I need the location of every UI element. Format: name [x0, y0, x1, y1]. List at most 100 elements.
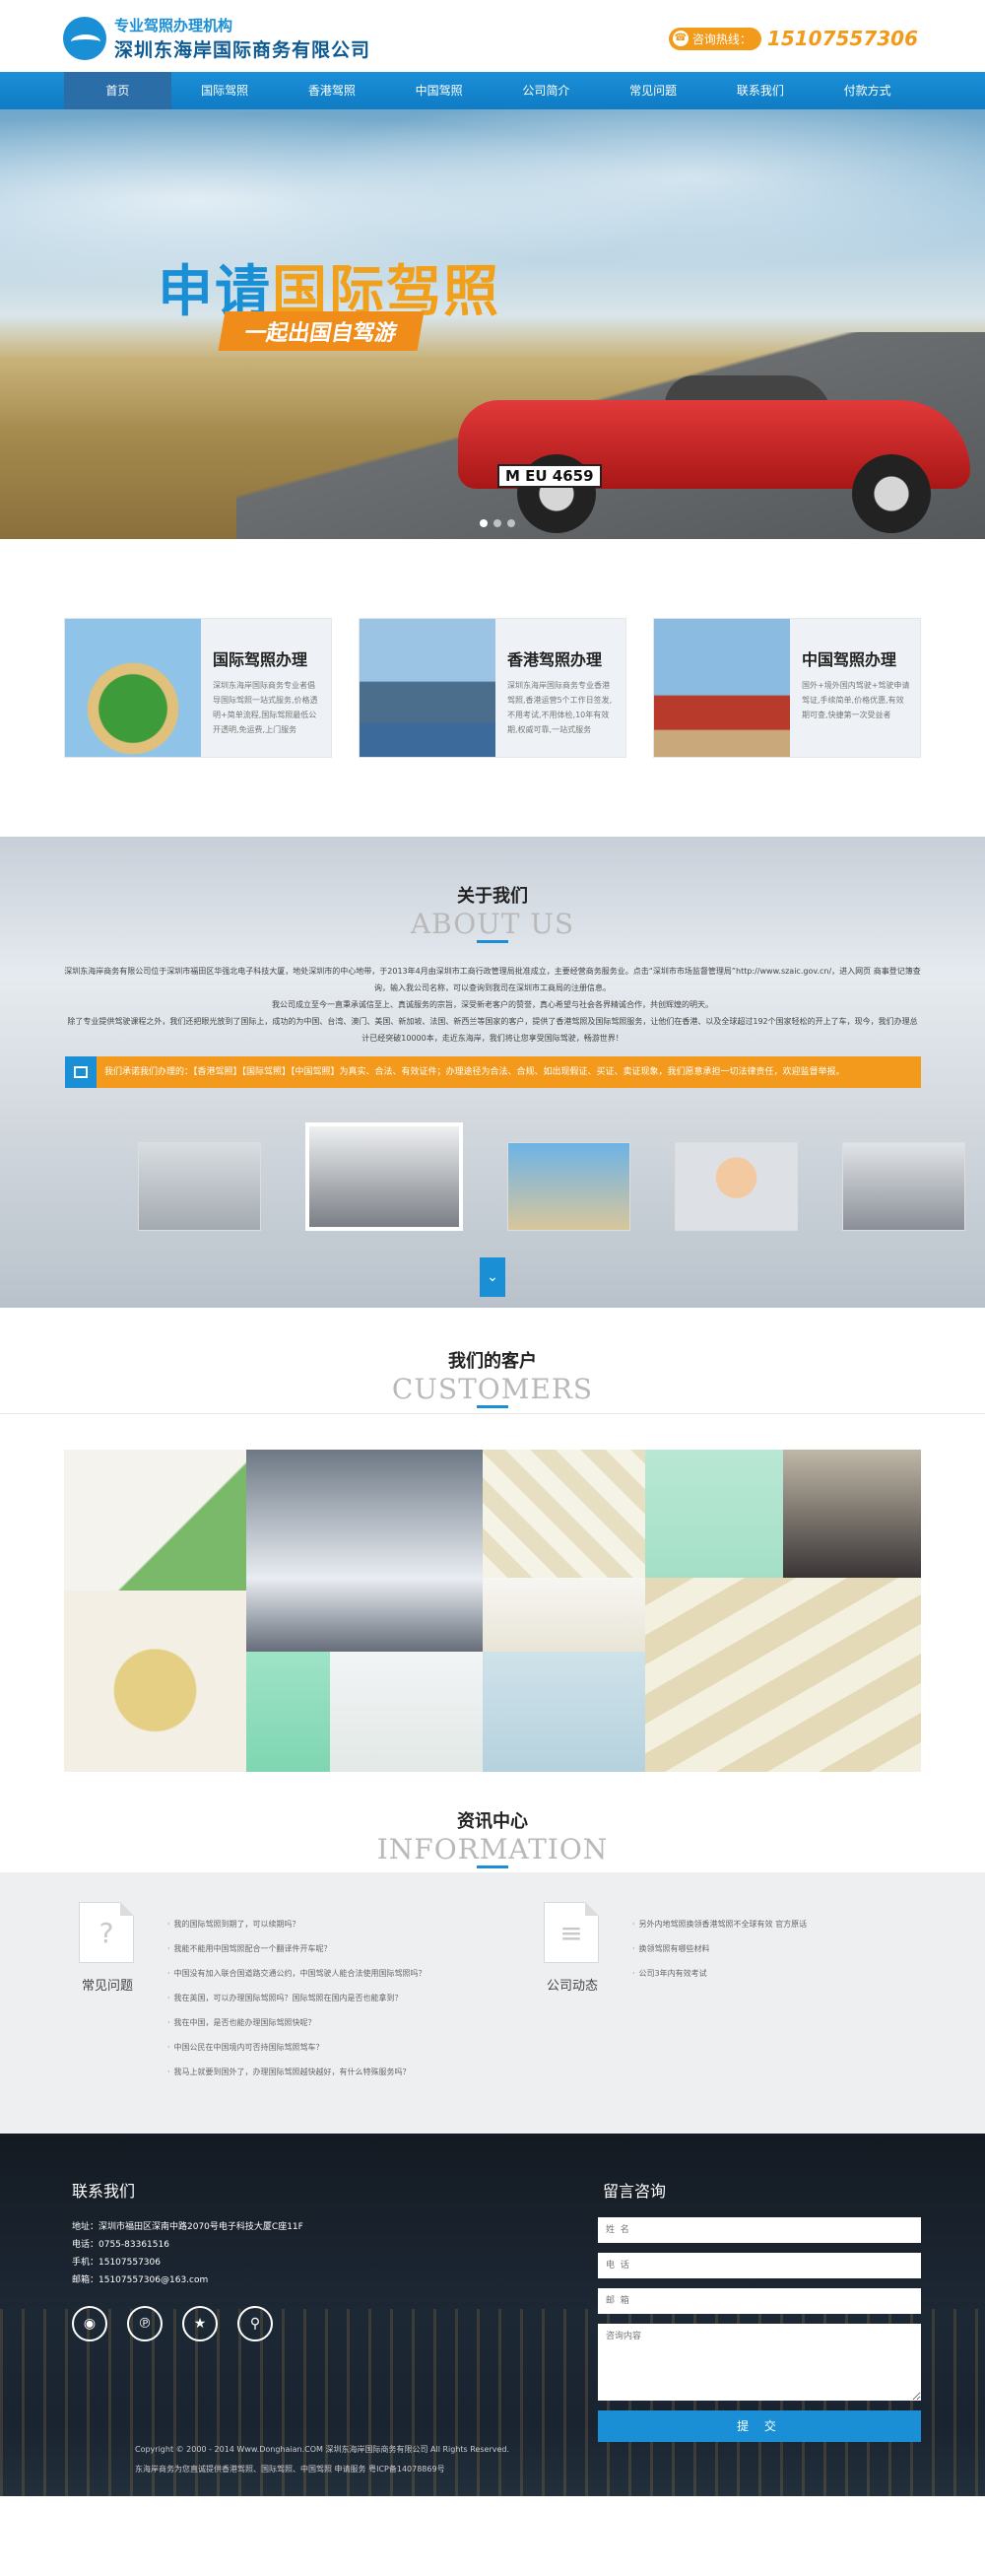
hotline-number: 15107557306 — [766, 27, 918, 50]
nav-item-about[interactable]: 公司简介 — [492, 72, 600, 109]
nav-item-cn-license[interactable]: 中国驾照 — [385, 72, 492, 109]
copyright-line: 东海岸商务为您直诚提供香港驾照、国际驾照、中国驾照 申请服务 粤ICP备1407… — [135, 2465, 445, 2474]
customer-photo[interactable] — [483, 1450, 645, 1578]
customer-photo[interactable] — [330, 1652, 483, 1772]
section-title-cn: 关于我们 — [457, 886, 528, 907]
gallery-image[interactable] — [842, 1142, 965, 1231]
service-card-cn[interactable]: 中国驾照办理 国外+境外国内驾驶+驾驶申请驾证,手续简单,价格优惠,有效期可查,… — [653, 618, 921, 758]
section-title-en: INFORMATION — [376, 1833, 609, 1865]
faq-item[interactable]: 中国没有加入联合国道路交通公约，中国驾驶人能合法使用国际驾照吗？ — [167, 1961, 427, 1986]
customer-photo[interactable] — [246, 1652, 330, 1772]
nav-item-faq[interactable]: 常见问题 — [600, 72, 707, 109]
message-form: 提 交 — [598, 2217, 921, 2442]
service-desc: 深圳东海岸国际商务专业香港驾照,香港运营5个工作日签发,不用考试,不用体检,10… — [507, 681, 613, 734]
about-gallery — [138, 1122, 985, 1231]
nav-item-home[interactable]: 首页 — [64, 72, 171, 109]
customer-photo[interactable] — [645, 1450, 783, 1578]
contact-email[interactable]: 邮箱：15107557306@163.com — [72, 2271, 303, 2289]
service-title: 香港驾照办理 — [507, 650, 603, 669]
customers-heading: 我们的客户 CUSTOMERS — [0, 1347, 985, 1408]
faq-item[interactable]: 中国公民在中国境内可否持国际驾照驾车？ — [167, 2035, 427, 2060]
slider-dot[interactable] — [493, 519, 501, 527]
faq-item[interactable]: 我在中国，是否也能办理国际驾照快呢？ — [167, 2010, 427, 2035]
faq-item[interactable]: 我能不能用中国驾照配合一个翻译件开车呢？ — [167, 1936, 427, 1961]
service-title: 国际驾照办理 — [213, 650, 308, 669]
information-section: 资讯中心 INFORMATION ? 常见问题 我的国际驾照到期了，可以续期吗？… — [0, 1772, 985, 2134]
contact-title: 联系我们 — [72, 2182, 136, 2201]
copyright-line: Copyright © 2000 - 2014 Www.Donghaian.CO… — [135, 2445, 510, 2454]
nav-item-payment[interactable]: 付款方式 — [814, 72, 921, 109]
phone-field[interactable] — [598, 2253, 921, 2278]
message-title: 留言咨询 — [603, 2182, 667, 2201]
faq-item[interactable]: 我马上就要到国外了，办理国际驾照越快越好，有什么特殊服务吗？ — [167, 2060, 427, 2084]
customer-photo[interactable] — [645, 1578, 921, 1772]
heading-underline — [477, 940, 508, 943]
customer-photo[interactable] — [783, 1450, 921, 1578]
information-box: ? 常见问题 我的国际驾照到期了，可以续期吗？ 我能不能用中国驾照配合一个翻译件… — [0, 1872, 985, 2134]
submit-button[interactable]: 提 交 — [598, 2410, 921, 2442]
email-field[interactable] — [598, 2288, 921, 2314]
promise-ticker: 我们承诺我们办理的：【香港驾照】【国际驾照】【中国驾照】为真实、合法、有效证件；… — [65, 1056, 921, 1088]
company-name: 深圳东海岸国际商务有限公司 — [114, 39, 371, 61]
hotline: ☎ 咨询热线： 15107557306 — [668, 27, 918, 50]
question-doc-icon: ? — [79, 1902, 134, 1963]
faq-column: ? 常见问题 — [75, 1902, 140, 1994]
copyright: Copyright © 2000 - 2014 Www.Donghaian.CO… — [135, 2440, 509, 2479]
license-plate: M EU 4659 — [497, 464, 602, 488]
nav-item-contact[interactable]: 联系我们 — [707, 72, 815, 109]
weibo-icon[interactable]: ◉ — [72, 2306, 107, 2341]
contact-mobile: 手机：15107557306 — [72, 2258, 161, 2268]
service-desc: 深圳东海岸国际商务专业者倡导国际驾照一站式服务,价格透明+简单流程,国际驾照最低… — [213, 681, 318, 734]
name-field[interactable] — [598, 2217, 921, 2243]
about-section: 关于我们 ABOUT US 深圳东海岸商务有限公司位于深圳市福田区华强北电子科技… — [0, 837, 985, 1308]
service-card-hk[interactable]: 香港驾照办理 深圳东海岸国际商务专业香港驾照,香港运营5个工作日签发,不用考试,… — [359, 618, 626, 758]
phone-icon: ☎ — [672, 31, 689, 46]
nav-item-hk-license[interactable]: 香港驾照 — [279, 72, 386, 109]
service-card-intl[interactable]: 国际驾照办理 深圳东海岸国际商务专业者倡导国际驾照一站式服务,价格透明+简单流程… — [64, 618, 332, 758]
gallery-image[interactable] — [305, 1122, 463, 1231]
gallery-image[interactable] — [675, 1142, 798, 1231]
faq-item[interactable]: 我在英国，可以办理国际驾照吗？国际驾照在国内是否也能拿到？ — [167, 1986, 427, 2010]
ticker-text: 我们承诺我们办理的：【香港驾照】【国际驾照】【中国驾照】为真实、合法、有效证件；… — [104, 1067, 845, 1077]
information-heading: 资讯中心 INFORMATION — [0, 1807, 985, 1868]
site-logo[interactable]: 专业驾照办理机构 深圳东海岸国际商务有限公司 — [63, 15, 370, 62]
gallery-image[interactable] — [138, 1142, 261, 1231]
nav-item-intl-license[interactable]: 国际驾照 — [171, 72, 279, 109]
faq-title[interactable]: 常见问题 — [75, 1975, 140, 1994]
message-content-field[interactable] — [598, 2324, 921, 2401]
chevron-down-icon[interactable]: ⌄ — [480, 1257, 505, 1297]
pinterest-icon[interactable]: ℗ — [127, 2306, 163, 2341]
news-item[interactable]: 公司3年内有效考试 — [632, 1961, 807, 1986]
news-title[interactable]: 公司动态 — [540, 1975, 605, 1994]
site-header: 专业驾照办理机构 深圳东海岸国际商务有限公司 ☎ 咨询热线： 151075573… — [0, 0, 985, 72]
slider-dot[interactable] — [507, 519, 515, 527]
hotline-label: 咨询热线： — [691, 32, 752, 46]
customer-photo[interactable] — [483, 1652, 645, 1772]
location-pin-icon[interactable]: ⚲ — [237, 2306, 273, 2341]
slider-dot[interactable] — [480, 519, 488, 527]
hero-banner[interactable]: 申请国际驾照 一起出国自驾游 M EU 4659 — [0, 109, 985, 539]
customer-photo[interactable] — [64, 1591, 246, 1772]
section-title-cn: 资讯中心 — [457, 1811, 528, 1832]
social-links: ◉ ℗ ★ ⚲ — [72, 2306, 293, 2341]
service-title: 中国驾照办理 — [802, 650, 897, 669]
faq-list: 我的国际驾照到期了，可以续期吗？ 我能不能用中国驾照配合一个翻译件开车呢？ 中国… — [167, 1912, 427, 2084]
wheel-icon — [852, 454, 931, 533]
slider-dots — [477, 519, 518, 527]
section-title-en: ABOUT US — [410, 908, 575, 940]
about-heading: 关于我们 ABOUT US — [0, 837, 985, 943]
news-item[interactable]: 另外内地驾照换领香港驾照不全球有效 官方原话 — [632, 1912, 808, 1936]
customer-photo[interactable] — [64, 1450, 246, 1591]
divider — [0, 1413, 985, 1414]
message-icon — [65, 1056, 97, 1088]
customer-photo[interactable] — [483, 1578, 645, 1652]
hotline-badge: ☎ 咨询热线： — [668, 27, 761, 50]
services-section: 国际驾照办理 深圳东海岸国际商务专业者倡导国际驾照一站式服务,价格透明+简单流程… — [0, 539, 985, 837]
faq-item[interactable]: 我的国际驾照到期了，可以续期吗？ — [167, 1912, 427, 1936]
logo-tagline: 专业驾照办理机构 — [114, 17, 233, 34]
customer-photo-grid — [64, 1450, 921, 1772]
star-icon[interactable]: ★ — [182, 2306, 218, 2341]
banner-subtitle: 一起出国自驾游 — [218, 311, 425, 351]
news-item[interactable]: 换领驾照有哪些材料 — [632, 1936, 807, 1961]
gallery-image[interactable] — [507, 1142, 630, 1231]
